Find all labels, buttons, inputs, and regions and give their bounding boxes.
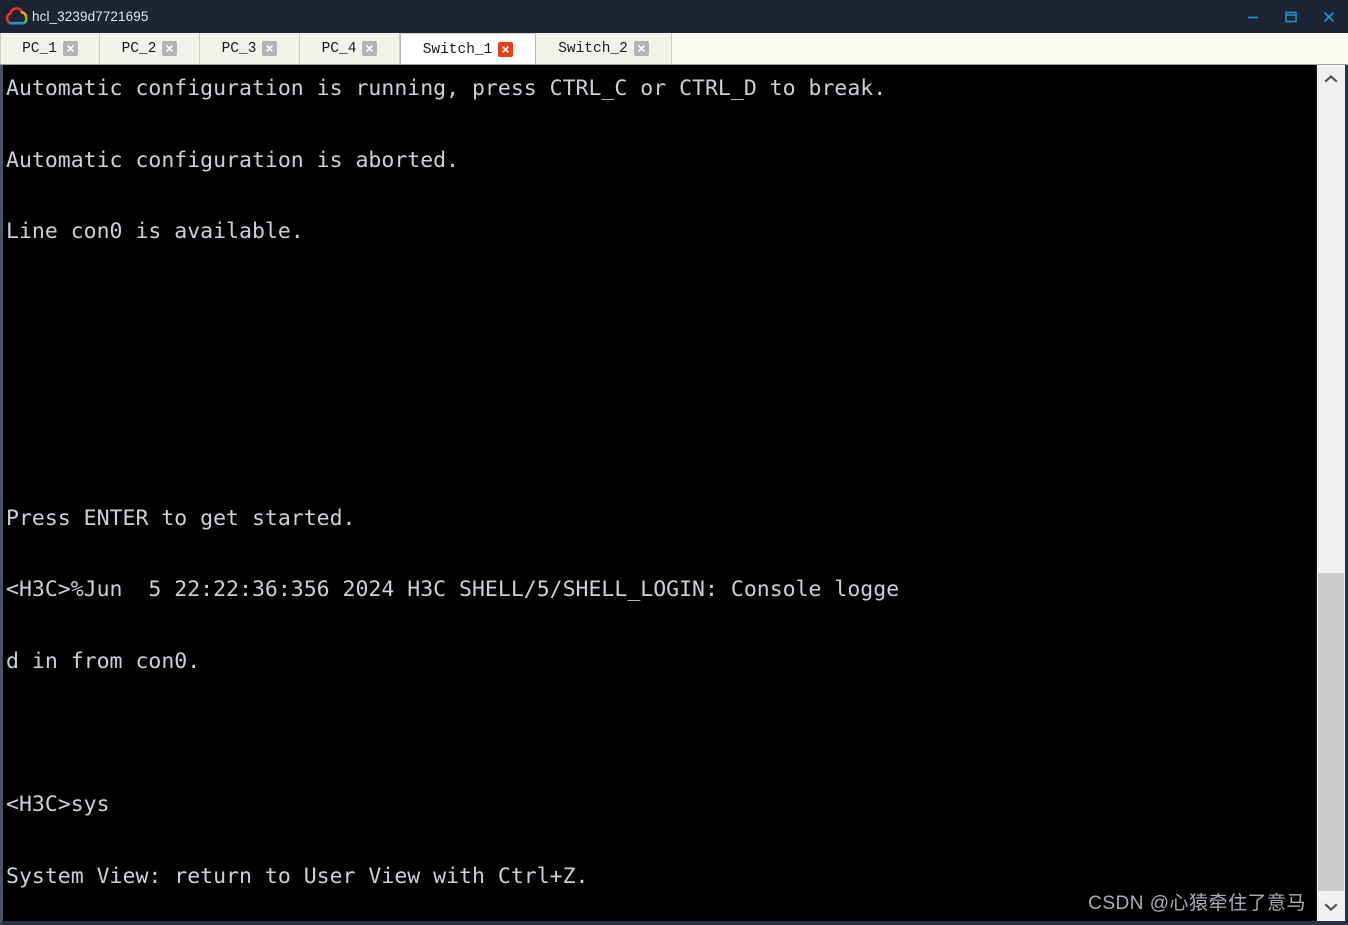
tab-close-button[interactable]: [362, 41, 378, 56]
console-panel: Automatic configuration is running, pres…: [0, 65, 1348, 925]
minimize-icon: [1248, 16, 1258, 18]
close-icon: [637, 45, 645, 52]
tab-close-button[interactable]: [262, 41, 278, 56]
close-icon: [266, 45, 274, 52]
maximize-icon: [1285, 11, 1297, 22]
close-icon: [166, 45, 174, 52]
terminal-output[interactable]: Automatic configuration is running, pres…: [3, 65, 1316, 921]
device-tab-bar: PC_1 PC_2 PC_3 PC_4 Switch_1 Switch_2: [0, 33, 1348, 65]
terminal-scrollbar[interactable]: [1316, 65, 1345, 921]
close-icon: [1323, 11, 1335, 22]
tab-pc_1[interactable]: PC_1: [0, 33, 100, 64]
minimize-button[interactable]: [1234, 0, 1272, 33]
scroll-down-button[interactable]: [1317, 893, 1345, 921]
close-button[interactable]: [1310, 0, 1348, 33]
window-controls: [1234, 0, 1348, 33]
tab-pc_2[interactable]: PC_2: [100, 33, 200, 64]
terminal-line: System View: return to User View with Ct…: [6, 863, 589, 889]
terminal-line: Line con0 is available.: [6, 219, 304, 245]
close-icon: [366, 45, 374, 52]
terminal-line: Press ENTER to get started.: [6, 505, 356, 531]
tab-label: Switch_1: [422, 41, 493, 58]
terminal-line: <H3C>sys: [6, 791, 110, 817]
chevron-up-icon: [1324, 75, 1338, 83]
maximize-button[interactable]: [1272, 0, 1310, 33]
terminal-line: Automatic configuration is aborted.: [6, 147, 460, 173]
title-bar: hcl_3239d7721695: [0, 0, 1348, 33]
hcl-cloud-logo-icon: [4, 6, 30, 27]
tab-pc_3[interactable]: PC_3: [200, 33, 300, 64]
tab-label: Switch_2: [558, 40, 628, 57]
scroll-up-button[interactable]: [1317, 65, 1345, 93]
close-icon: [66, 45, 74, 52]
tab-switch_2[interactable]: Switch_2: [536, 33, 672, 64]
tab-label: PC_3: [221, 40, 257, 57]
tab-label: PC_2: [121, 40, 157, 57]
tab-switch_1[interactable]: Switch_1: [400, 33, 536, 64]
scrollbar-track[interactable]: [1317, 93, 1345, 893]
window-title: hcl_3239d7721695: [32, 9, 149, 24]
tab-close-button[interactable]: [633, 41, 649, 56]
tab-label: PC_1: [22, 40, 57, 57]
tab-close-button[interactable]: [162, 41, 178, 56]
terminal-text: Automatic configuration is running, pres…: [6, 71, 1316, 921]
tab-pc_4[interactable]: PC_4: [300, 33, 400, 64]
tab-close-button[interactable]: [62, 41, 78, 56]
title-bar-left: hcl_3239d7721695: [0, 0, 148, 33]
chevron-down-icon: [1324, 903, 1338, 911]
app-window: hcl_3239d7721695 PC_1 PC_2 PC_3 PC_4 Swi…: [0, 0, 1348, 925]
terminal-line: d in from con0.: [6, 648, 201, 674]
tab-close-button[interactable]: [498, 42, 514, 57]
close-icon: [502, 46, 510, 53]
terminal-line: <H3C>%Jun 5 22:22:36:356 2024 H3C SHELL/…: [6, 577, 900, 603]
tab-label: PC_4: [321, 40, 357, 57]
scrollbar-thumb[interactable]: [1318, 573, 1344, 891]
terminal-line: Automatic configuration is running, pres…: [6, 76, 887, 101]
